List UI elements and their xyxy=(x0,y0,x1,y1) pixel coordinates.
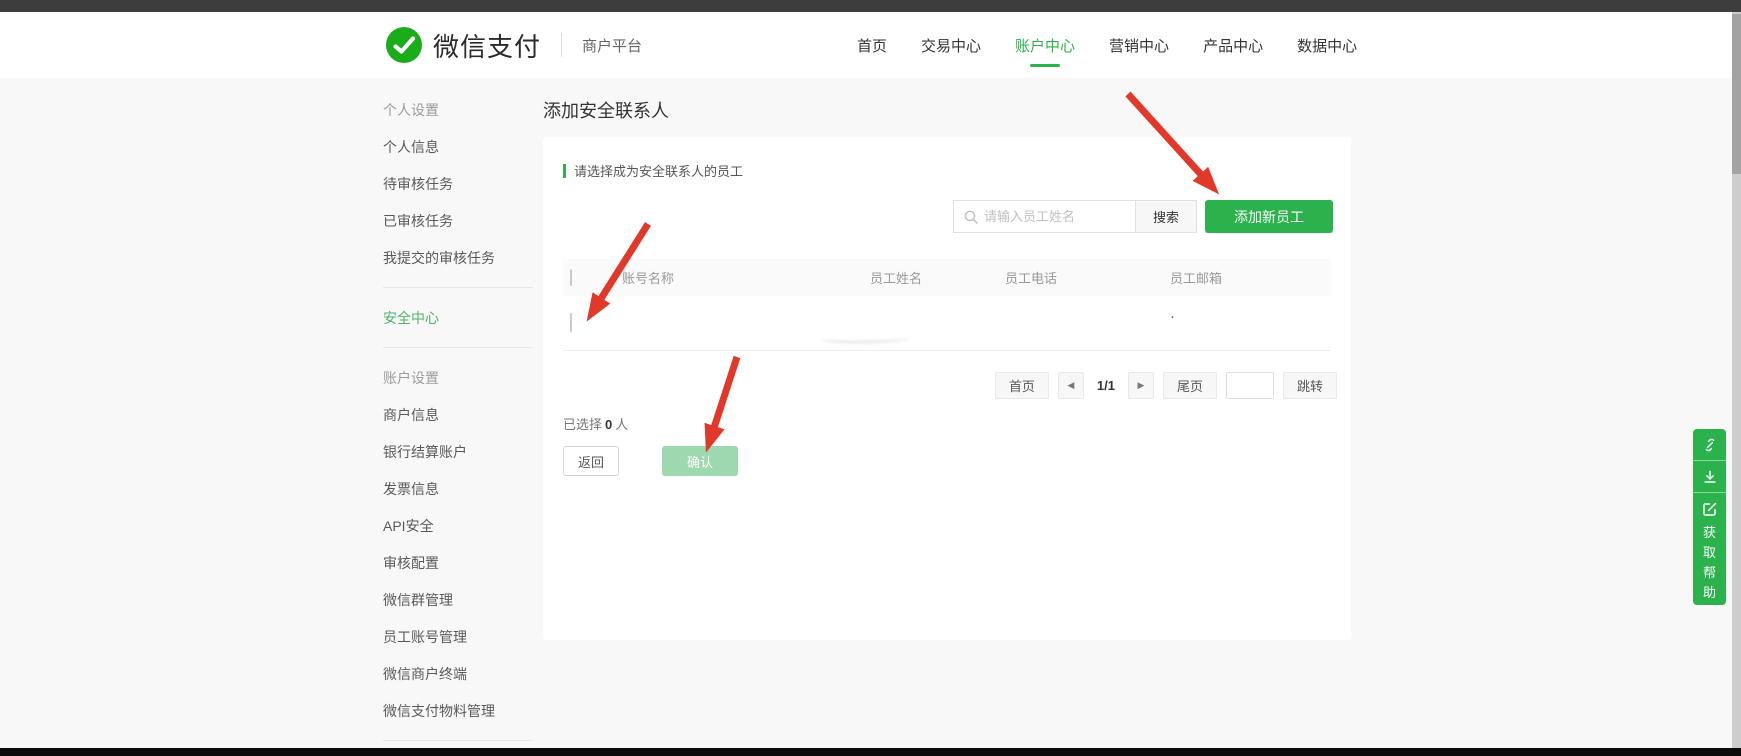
sidebar-divider xyxy=(383,347,533,348)
employee-name-search-input[interactable] xyxy=(984,209,1114,224)
prev-page-button[interactable]: ◀ xyxy=(1058,372,1084,399)
get-help-button[interactable]: 获取帮助 xyxy=(1693,493,1726,605)
sidebar-item-wechat-merchant-terminal[interactable]: 微信商户终端 xyxy=(383,655,533,692)
section-label: 请选择成为安全联系人的员工 xyxy=(563,161,743,180)
confirm-button[interactable]: 确认 xyxy=(662,446,738,476)
selection-suffix: 人 xyxy=(615,417,628,432)
sidebar-item-bank-settlement-account[interactable]: 银行结算账户 xyxy=(383,433,533,470)
window-top-bar xyxy=(0,0,1741,12)
sidebar-section-account-settings: 账户设置 xyxy=(383,359,533,396)
pagination: 首页 ◀ 1/1 ▶ 尾页 跳转 xyxy=(995,372,1337,399)
last-page-button[interactable]: 尾页 xyxy=(1163,372,1217,399)
sidebar-item-personal-info[interactable]: 个人信息 xyxy=(383,128,533,165)
floating-toolbar: 获取帮助 xyxy=(1693,429,1726,605)
screen: 微信支付 商户平台 首页 交易中心 账户中心 营销中心 产品中心 数据中心 个人… xyxy=(0,0,1741,756)
next-page-button[interactable]: ▶ xyxy=(1128,372,1154,399)
link-icon xyxy=(1702,437,1718,453)
redacted-employee-email: · xyxy=(1163,312,1331,322)
selection-count: 0 xyxy=(605,417,612,432)
browser-scrollbar[interactable] xyxy=(1732,12,1741,748)
add-new-employee-button[interactable]: 添加新员工 xyxy=(1205,200,1333,233)
sidebar-item-wechat-group-management[interactable]: 微信群管理 xyxy=(383,581,533,618)
feedback-icon xyxy=(1702,501,1718,517)
sidebar: 个人设置 个人信息 待审核任务 已审核任务 我提交的审核任务 安全中心 账户设置… xyxy=(383,91,533,752)
sidebar-item-review-config[interactable]: 审核配置 xyxy=(383,544,533,581)
redacted-signature-mark xyxy=(821,334,911,343)
table-row: · xyxy=(563,296,1331,351)
nav-marketing-center[interactable]: 营销中心 xyxy=(1109,35,1169,56)
top-nav: 首页 交易中心 账户中心 营销中心 产品中心 数据中心 xyxy=(857,12,1357,78)
brand-name: 微信支付 xyxy=(433,27,541,64)
section-label-text: 请选择成为安全联系人的员工 xyxy=(574,161,743,180)
sidebar-item-my-submitted-review-tasks[interactable]: 我提交的审核任务 xyxy=(383,239,533,276)
back-button[interactable]: 返回 xyxy=(563,446,619,476)
brand: 微信支付 商户平台 xyxy=(385,12,642,78)
column-header-employee-phone: 员工电话 xyxy=(998,268,1163,287)
nav-transaction-center[interactable]: 交易中心 xyxy=(921,35,981,56)
quick-link-button[interactable] xyxy=(1693,429,1726,461)
nav-data-center[interactable]: 数据中心 xyxy=(1297,35,1357,56)
nav-account-center[interactable]: 账户中心 xyxy=(1015,35,1075,56)
employee-table: 账号名称 员工姓名 员工电话 员工邮箱 · xyxy=(563,259,1331,351)
scrollbar-thumb[interactable] xyxy=(1732,14,1741,174)
sidebar-item-invoice-info[interactable]: 发票信息 xyxy=(383,470,533,507)
sidebar-divider xyxy=(383,287,533,288)
table-header-row: 账号名称 员工姓名 员工电话 员工邮箱 xyxy=(563,259,1331,296)
page-jump-button[interactable]: 跳转 xyxy=(1283,372,1337,399)
sidebar-item-merchant-info[interactable]: 商户信息 xyxy=(383,396,533,433)
first-page-button[interactable]: 首页 xyxy=(995,372,1049,399)
sidebar-item-api-security[interactable]: API安全 xyxy=(383,507,533,544)
brand-separator xyxy=(561,33,562,57)
select-all-checkbox[interactable] xyxy=(570,269,572,286)
row-checkbox[interactable] xyxy=(570,313,572,332)
nav-product-center[interactable]: 产品中心 xyxy=(1203,35,1263,56)
main-card: 请选择成为安全联系人的员工 搜索 添加新员工 账号名称 员工姓名 员工电话 员工… xyxy=(543,137,1351,640)
download-icon xyxy=(1702,469,1718,485)
sidebar-item-reviewed-tasks[interactable]: 已审核任务 xyxy=(383,202,533,239)
selection-summary: 已选择0人 xyxy=(563,414,628,433)
selection-prefix: 已选择 xyxy=(563,417,602,432)
page-indicator: 1/1 xyxy=(1097,378,1115,393)
search-button[interactable]: 搜索 xyxy=(1135,200,1197,233)
sidebar-item-security-center[interactable]: 安全中心 xyxy=(383,299,533,336)
column-header-employee-name: 员工姓名 xyxy=(863,268,998,287)
page-jump-input[interactable] xyxy=(1226,372,1274,399)
employee-search-box xyxy=(953,200,1135,233)
portal-name: 商户平台 xyxy=(582,35,642,56)
column-header-employee-email: 员工邮箱 xyxy=(1163,268,1331,287)
sidebar-item-wechat-pay-material-management[interactable]: 微信支付物料管理 xyxy=(383,692,533,729)
page-title: 添加安全联系人 xyxy=(543,97,669,123)
sidebar-section-personal-settings: 个人设置 xyxy=(383,91,533,128)
window-bottom-bar xyxy=(0,748,1741,756)
get-help-label: 获取帮助 xyxy=(1702,523,1717,603)
column-header-account-name: 账号名称 xyxy=(615,268,863,287)
sidebar-item-pending-review-tasks[interactable]: 待审核任务 xyxy=(383,165,533,202)
app-header: 微信支付 商户平台 首页 交易中心 账户中心 营销中心 产品中心 数据中心 xyxy=(0,12,1741,78)
download-button[interactable] xyxy=(1693,461,1726,493)
sidebar-divider xyxy=(383,740,533,741)
nav-home[interactable]: 首页 xyxy=(857,35,887,56)
section-label-accent-bar xyxy=(563,164,566,178)
sidebar-item-employee-account-management[interactable]: 员工账号管理 xyxy=(383,618,533,655)
search-icon xyxy=(964,210,978,224)
wechat-pay-logo-icon xyxy=(385,26,423,64)
